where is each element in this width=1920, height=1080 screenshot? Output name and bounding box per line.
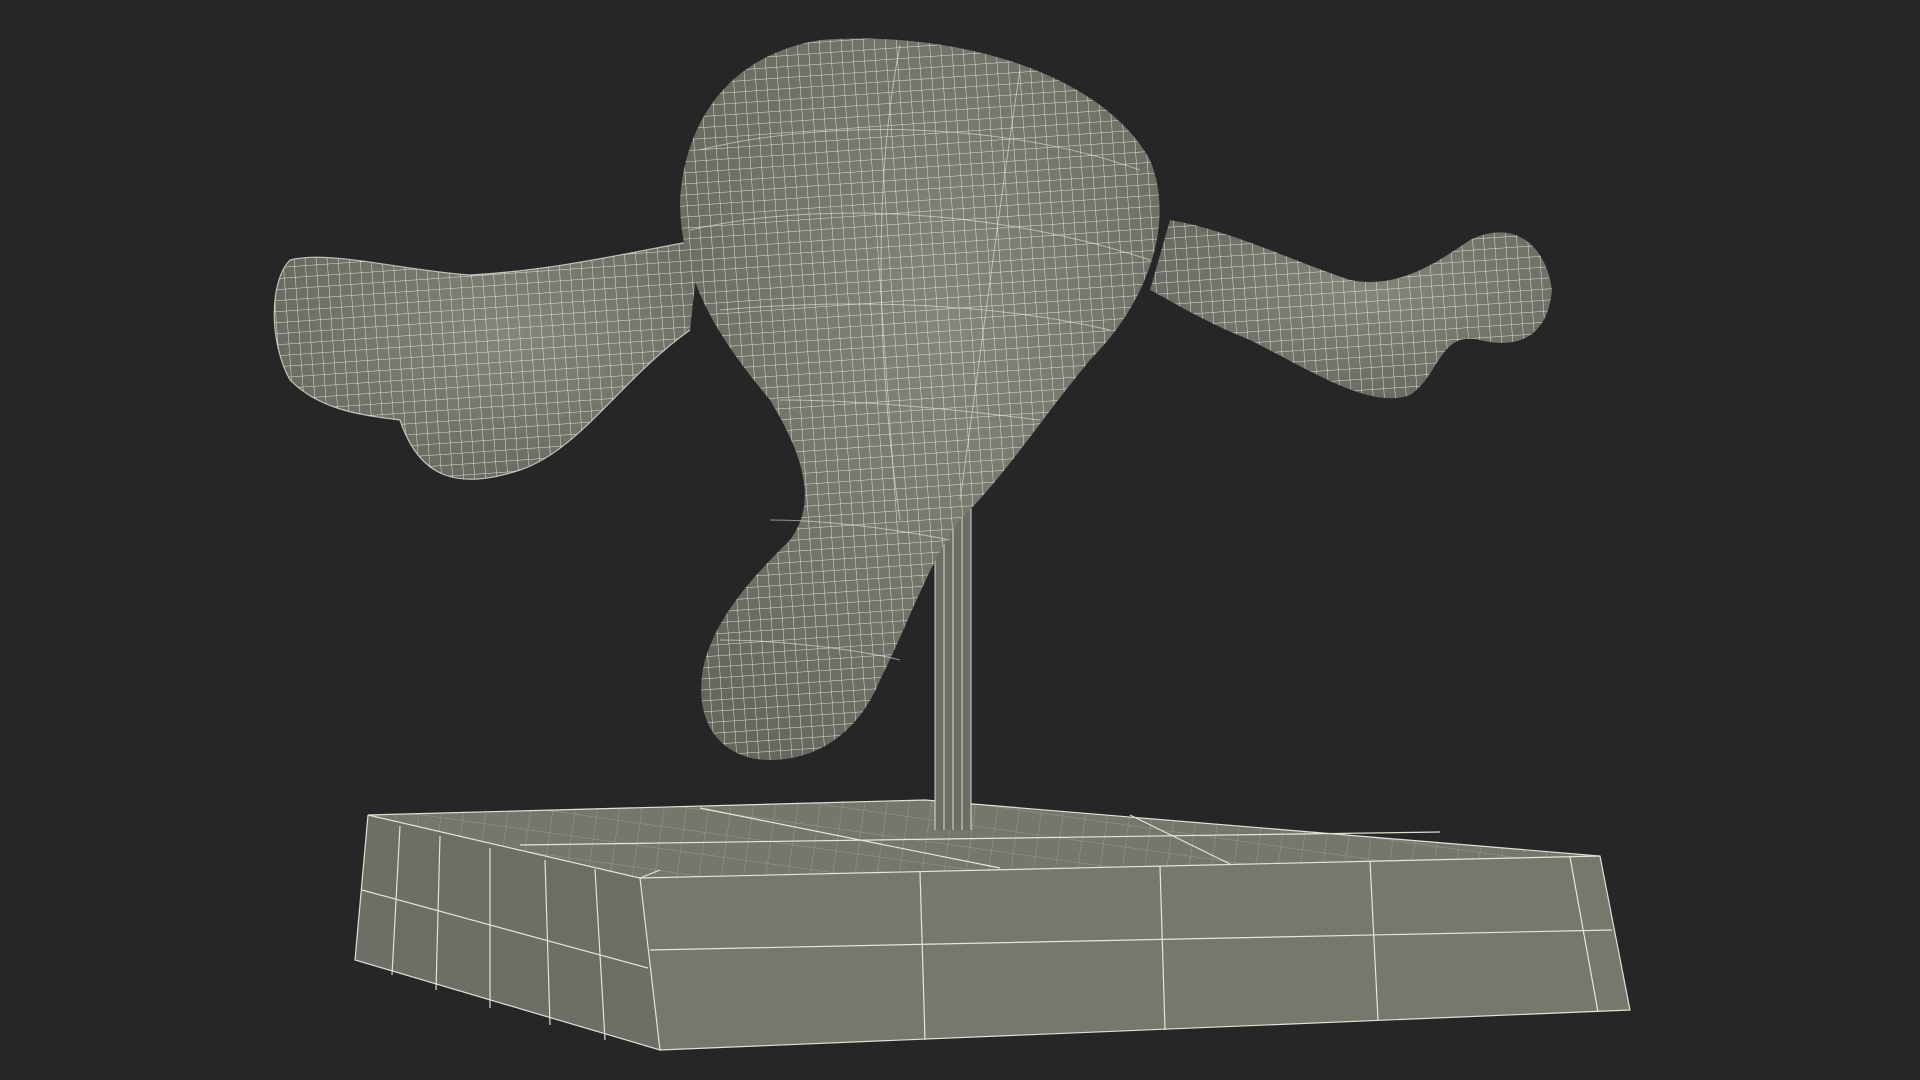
display-base — [354, 799, 1631, 1051]
left-tube-and-ovary — [273, 239, 701, 480]
base-front-face — [640, 856, 1630, 1050]
render-viewport — [0, 0, 1920, 1080]
right-tube-with-fimbriae — [1150, 220, 1552, 399]
uterus-body — [680, 38, 1160, 760]
wireframe-render — [273, 38, 1631, 1051]
